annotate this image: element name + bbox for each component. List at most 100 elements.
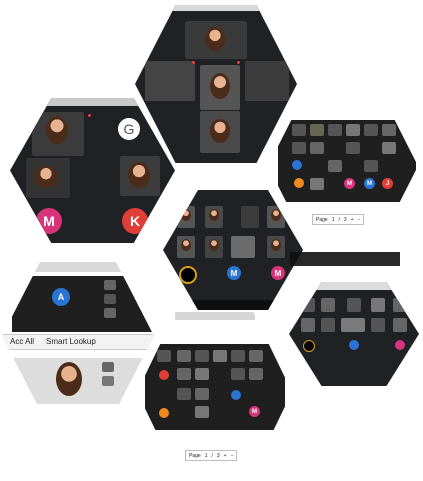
participant-tile	[328, 124, 342, 136]
pager-total: 3	[216, 452, 220, 459]
participant-tile	[292, 142, 306, 154]
pager-label: Page	[316, 216, 328, 223]
participant-tile	[267, 236, 285, 258]
participant-tile	[292, 124, 306, 136]
participant-tile	[200, 65, 240, 110]
accept-all-button[interactable]: Acc All	[10, 337, 34, 346]
participant-tile	[185, 21, 247, 59]
zoom-in-icon[interactable]: +	[351, 217, 354, 223]
avatar: M	[271, 266, 285, 280]
avatar: M	[36, 208, 62, 234]
participant-tile	[249, 350, 263, 362]
participant-tile	[346, 142, 360, 154]
hex-left: G M K	[10, 98, 175, 243]
participant-tile	[301, 298, 315, 312]
google-g-icon: G	[118, 118, 140, 140]
participant-tile	[393, 318, 407, 332]
avatar: M	[227, 266, 241, 280]
participant-tile	[310, 178, 324, 190]
participant-face	[210, 119, 230, 143]
participant-tile	[310, 124, 324, 136]
participant-face	[34, 166, 58, 188]
zoom-out-icon[interactable]: −	[231, 453, 234, 459]
hex-top-center	[135, 5, 297, 163]
participant-tile	[347, 298, 361, 312]
participant-tile	[205, 236, 223, 258]
participant-tile	[310, 142, 324, 154]
hex-left-lower: A Acc All Smart Lookup	[2, 262, 154, 410]
participant-tile	[195, 406, 209, 418]
avatar: K	[122, 208, 148, 234]
participant-face	[181, 209, 191, 221]
meet-control-bar	[163, 300, 303, 310]
hex-right-top: M M J Page 1 / 3 + −	[268, 92, 418, 240]
participant-tile	[267, 206, 285, 228]
participant-tile	[177, 388, 191, 400]
mic-icon	[88, 114, 91, 117]
participant-tile	[364, 124, 378, 136]
participant-tile	[346, 124, 360, 136]
mic-icon	[237, 61, 240, 64]
pager-number: 1	[204, 452, 208, 459]
browser-tab-bar	[175, 312, 255, 320]
browser-tab-bar	[135, 5, 297, 11]
hex-bottom: M Page 1 / 3 + −	[137, 312, 292, 472]
avatar: M	[364, 178, 375, 189]
avatar	[303, 340, 315, 352]
meet-window	[12, 358, 152, 404]
participant-tile	[26, 158, 70, 198]
participant-tile	[205, 206, 223, 228]
participant-tile	[213, 350, 227, 362]
participant-tile	[249, 368, 263, 380]
pager-of: /	[211, 452, 213, 459]
avatar	[159, 408, 169, 418]
participant-tile	[231, 368, 245, 380]
participant-tile	[177, 368, 191, 380]
participant-tile	[195, 368, 209, 380]
pager-of: /	[338, 216, 340, 223]
pdf-pager[interactable]: Page 1 / 3 + −	[185, 450, 238, 461]
participant-tile	[371, 298, 385, 312]
participant-tile	[104, 308, 116, 318]
participant-face	[271, 239, 281, 251]
participant-tile	[241, 206, 259, 228]
participant-face	[46, 116, 68, 144]
zoom-in-icon[interactable]: +	[224, 453, 227, 459]
zoom-out-icon[interactable]: −	[358, 217, 361, 223]
participant-tile	[32, 112, 84, 156]
participant-face	[209, 209, 219, 221]
avatar	[179, 266, 197, 284]
collage: { "colors": {"accent_red": "#e03e36", "m…	[0, 0, 423, 481]
browser-tab-bar	[289, 282, 419, 290]
pager-number: 1	[331, 216, 335, 223]
participant-tile	[200, 111, 240, 153]
participant-tile	[177, 236, 195, 258]
participant-face	[128, 162, 150, 188]
participant-face	[209, 239, 219, 251]
participant-tile	[104, 294, 116, 304]
participant-face	[271, 209, 281, 221]
avatar: A	[52, 288, 70, 306]
participant-tile	[157, 350, 171, 362]
smart-lookup-button[interactable]: Smart Lookup	[46, 337, 96, 346]
participant-tile	[393, 298, 407, 312]
participant-tile	[382, 142, 396, 154]
avatar	[349, 340, 359, 350]
avatar: M	[249, 406, 260, 417]
browser-tab-bar	[32, 262, 152, 272]
participant-tile	[177, 206, 195, 228]
mic-icon	[192, 61, 195, 64]
meet-window: M	[145, 344, 285, 430]
participant-face	[181, 239, 191, 251]
participant-tile	[231, 236, 255, 258]
participant-tile	[102, 376, 114, 386]
participant-tile	[382, 124, 396, 136]
participant-tile	[104, 280, 116, 290]
pdf-pager[interactable]: Page 1 / 3 + −	[312, 214, 365, 225]
avatar: M	[344, 178, 355, 189]
participant-face	[205, 27, 225, 51]
participant-tile	[195, 388, 209, 400]
avatar	[231, 390, 241, 400]
pager-total: 3	[343, 216, 347, 223]
pager-label: Page	[189, 452, 201, 459]
